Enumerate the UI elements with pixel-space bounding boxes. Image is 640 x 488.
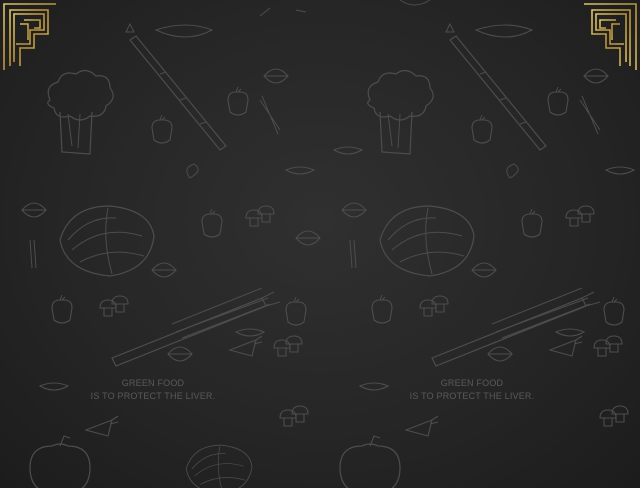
tagline-left-line2: IS TO PROTECT THE LIVER.: [90, 391, 216, 401]
tagline-right-line2: IS TO PROTECT THE LIVER.: [409, 391, 535, 401]
vegetable-doodle-pattern: [21, 0, 635, 488]
tagline-right-line1: GREEN FOOD: [440, 378, 504, 388]
golden-frame: [3, 3, 637, 488]
poster-canvas: [3, 0, 637, 488]
tagline-right: GREEN FOOD IS TO PROTECT THE LIVER.: [387, 377, 557, 403]
tagline-left-line1: GREEN FOOD: [121, 378, 185, 388]
tagline-left: GREEN FOOD IS TO PROTECT THE LIVER.: [68, 377, 238, 403]
